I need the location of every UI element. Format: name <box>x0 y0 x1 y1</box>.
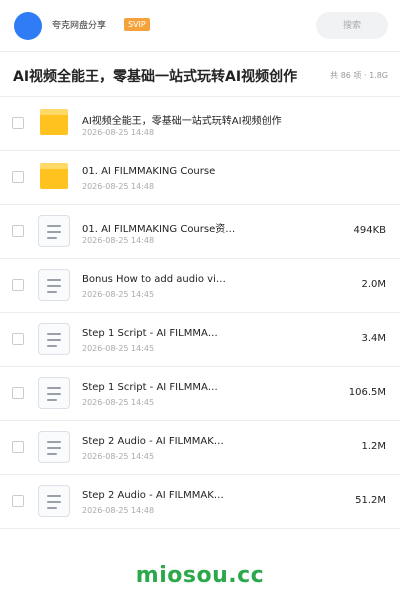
document-icon <box>38 431 70 463</box>
folder-icon <box>40 109 68 135</box>
file-size: 106.5M <box>348 387 386 398</box>
select-checkbox[interactable] <box>12 387 24 399</box>
list-item[interactable]: 01. AI FILMMAKING Course资… 2026-08-25 14:… <box>0 205 400 259</box>
select-checkbox[interactable] <box>12 279 24 291</box>
top-bar: 夸克网盘分享 SVIP <box>0 0 400 52</box>
file-list: AI视频全能王，零基础一站式玩转AI视频创作 2026-08-25 14:48 01… <box>0 97 400 529</box>
file-name: Step 2 Audio - AI FILMMAK… <box>82 436 224 447</box>
file-name: 01. AI FILMMAKING Course资… <box>82 224 236 235</box>
file-date: 2026-08-25 14:48 <box>82 182 155 191</box>
folder-meta: 共 86 项 · 1.8G <box>330 71 388 80</box>
username: 夸克网盘分享 <box>52 21 107 31</box>
list-item[interactable]: Step 2 Audio - AI FILMMAK… 2026-08-25 14:… <box>0 475 400 529</box>
file-date: 2026-08-25 14:45 <box>82 398 155 407</box>
file-date: 2026-08-25 14:48 <box>82 128 155 137</box>
file-name: Bonus How to add audio vi… <box>82 274 226 285</box>
folder-title-row: AI视频全能王，零基础一站式玩转AI视频创作 共 86 项 · 1.8G <box>0 52 400 97</box>
select-checkbox[interactable] <box>12 495 24 507</box>
file-date: 2026-08-25 14:45 <box>82 344 155 353</box>
file-size: 1.2M <box>361 441 386 452</box>
folder-icon <box>40 163 68 189</box>
file-date: 2026-08-25 14:45 <box>82 290 155 299</box>
file-name: AI视频全能王，零基础一站式玩转AI视频创作 <box>82 116 282 127</box>
file-size: 2.0M <box>361 279 386 290</box>
file-date: 2026-08-25 14:45 <box>82 452 155 461</box>
file-date: 2026-08-25 14:48 <box>82 506 155 515</box>
svip-badge: SVIP <box>124 18 150 31</box>
search-input[interactable] <box>316 12 388 39</box>
file-date: 2026-08-25 14:48 <box>82 236 155 245</box>
list-item[interactable]: Step 1 Script - AI FILMMA… 2026-08-25 14:… <box>0 367 400 421</box>
file-name: Step 2 Audio - AI FILMMAK… <box>82 490 224 501</box>
list-item[interactable]: Bonus How to add audio vi… 2026-08-25 14:… <box>0 259 400 313</box>
file-name: Step 1 Script - AI FILMMA… <box>82 328 218 339</box>
file-size: 3.4M <box>361 333 386 344</box>
file-size: 51.2M <box>355 495 386 506</box>
document-icon <box>38 377 70 409</box>
select-checkbox[interactable] <box>12 225 24 237</box>
select-checkbox[interactable] <box>12 117 24 129</box>
list-item[interactable]: Step 1 Script - AI FILMMA… 2026-08-25 14:… <box>0 313 400 367</box>
document-icon <box>38 215 70 247</box>
file-size: 494KB <box>353 225 386 236</box>
watermark: miosou.cc <box>135 563 265 588</box>
page-title: AI视频全能王，零基础一站式玩转AI视频创作 <box>13 69 298 85</box>
list-item[interactable]: Step 2 Audio - AI FILMMAK… 2026-08-25 14:… <box>0 421 400 475</box>
document-icon <box>38 323 70 355</box>
select-checkbox[interactable] <box>12 441 24 453</box>
document-icon <box>38 269 70 301</box>
list-item[interactable]: 01. AI FILMMAKING Course 2026-08-25 14:48 <box>0 151 400 205</box>
select-checkbox[interactable] <box>12 171 24 183</box>
avatar[interactable] <box>14 12 42 40</box>
list-item[interactable]: AI视频全能王，零基础一站式玩转AI视频创作 2026-08-25 14:48 <box>0 97 400 151</box>
select-checkbox[interactable] <box>12 333 24 345</box>
file-name: Step 1 Script - AI FILMMA… <box>82 382 218 393</box>
file-name: 01. AI FILMMAKING Course <box>82 166 216 177</box>
document-icon <box>38 485 70 517</box>
